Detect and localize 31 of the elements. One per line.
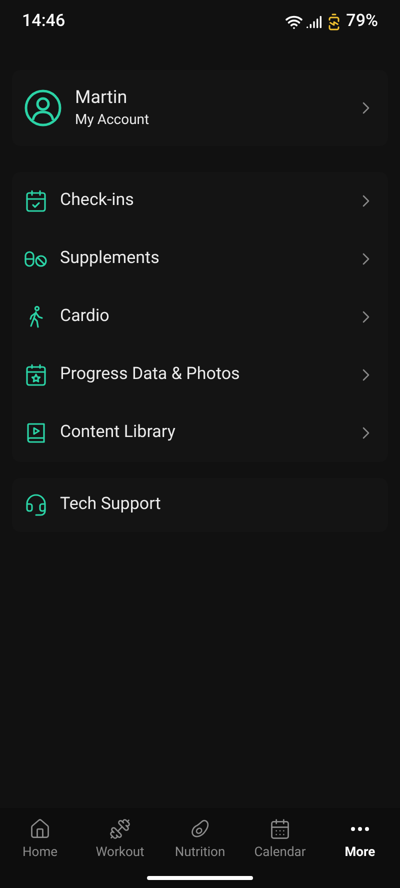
menu-item[interactable]: Cardio <box>12 288 388 346</box>
user-avatar-icon <box>24 89 62 127</box>
menu-label: Tech Support <box>60 493 161 516</box>
nav-tab[interactable]: Home <box>0 818 80 862</box>
video-book-icon <box>24 421 48 445</box>
nav-tab[interactable]: More <box>320 818 400 862</box>
more-icon <box>351 826 369 830</box>
menu-label: Supplements <box>60 247 160 270</box>
nav-tab[interactable]: Nutrition <box>160 818 240 862</box>
wifi-icon <box>285 13 304 31</box>
calendar-check-icon <box>24 189 48 213</box>
menu-label: Progress Data & Photos <box>60 363 241 386</box>
nav-tab[interactable]: Calendar <box>240 818 320 862</box>
nav-tab[interactable]: Workout <box>80 818 160 862</box>
menu-item[interactable]: Supplements <box>12 230 388 288</box>
status-time: 14:46 <box>22 10 66 34</box>
account-name: Martin <box>75 86 128 110</box>
headset-icon <box>24 493 48 517</box>
home-icon <box>29 818 51 840</box>
avocado-icon <box>189 818 211 840</box>
menu-label: Check-ins <box>60 189 135 212</box>
menu-item[interactable]: Content Library <box>12 404 388 462</box>
dumbbell-icon <box>109 818 131 840</box>
menu-item[interactable]: Progress Data & Photos <box>12 346 388 404</box>
signal-icon <box>306 14 322 30</box>
menu-label: Content Library <box>60 421 176 444</box>
battery-percent: 79% <box>346 10 378 34</box>
menu-label: Cardio <box>60 305 110 328</box>
calendar-icon <box>269 818 291 840</box>
account-subtitle: My Account <box>75 111 150 130</box>
menu-item[interactable]: Check-ins <box>12 172 388 230</box>
